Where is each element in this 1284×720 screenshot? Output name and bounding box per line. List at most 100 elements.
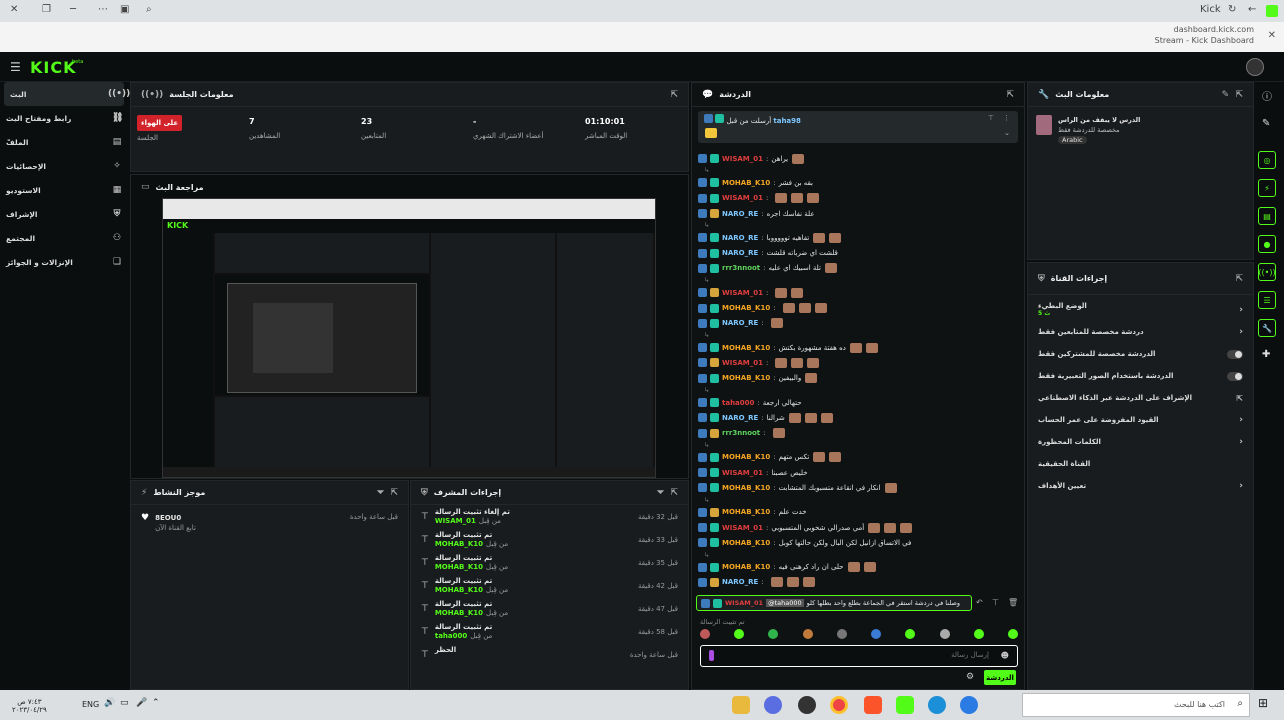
chat-message[interactable]: WISAM_01: خليص عصبنا <box>692 465 1022 480</box>
filter-icon[interactable]: ⏷ <box>377 488 384 498</box>
search-icon[interactable]: ⌕ <box>146 4 152 15</box>
pinned-user[interactable]: taha98 <box>773 117 801 125</box>
chat-username[interactable]: WISAM_01 <box>722 289 763 297</box>
taskbar-search[interactable]: اكتب هنا للبحث ⌕ <box>1022 693 1250 717</box>
chat-message[interactable]: NARO_RE: علة نفاسك اجره <box>692 206 1022 221</box>
chat-username[interactable]: WISAM_01 <box>722 359 763 367</box>
pin-icon[interactable]: ⊤ <box>992 598 999 607</box>
windows-start-icon[interactable]: ⊞ <box>1258 696 1268 710</box>
popout-icon[interactable]: ⇱ <box>670 488 678 498</box>
emote-picker-icon[interactable] <box>768 629 779 639</box>
highlight-user[interactable]: WISAM_01 <box>725 599 763 607</box>
brave-icon[interactable] <box>864 696 882 714</box>
emote-picker-icon[interactable] <box>939 629 950 639</box>
chat-username[interactable]: WISAM_01 <box>722 155 763 163</box>
chat-username[interactable]: MOHAB_K10 <box>722 539 770 547</box>
chat-username[interactable]: MOHAB_K10 <box>722 304 770 312</box>
edit-icon[interactable]: ✎ <box>1222 90 1230 100</box>
chat-username[interactable]: NARO_RE <box>722 319 758 327</box>
pencil-icon[interactable]: ✎ <box>1262 118 1270 129</box>
emote-picker-icon[interactable] <box>734 629 745 639</box>
sidebar-item-7[interactable]: ❏ الإنزالات و الجوائز <box>0 250 128 274</box>
toggle-switch[interactable] <box>1227 349 1243 359</box>
app-icon[interactable] <box>764 696 782 714</box>
chat-username[interactable]: MOHAB_K10 <box>722 563 770 571</box>
emote-picker-icon[interactable] <box>905 629 916 639</box>
mod-action-user[interactable]: MOHAB_K10 <box>435 609 483 617</box>
sidebar-item-3[interactable]: ✧ الإحصائيات <box>0 154 128 178</box>
channel-action-row[interactable]: الدردشة باستخدام الصور التعبيرية فقط <box>1028 365 1253 387</box>
chat-message[interactable]: MOHAB_K10: انكار في انقاعة متسبوبك المتشا… <box>692 480 1022 495</box>
channel-action-row[interactable]: دردشة مخصصة للمتابعين فقط › <box>1028 321 1253 343</box>
chat-message[interactable]: MOHAB_K10: خدت علم <box>692 505 1022 520</box>
chat-message[interactable]: taha000: حتهالي ارجعة <box>692 395 1022 410</box>
mod-action-user[interactable]: taha000 <box>435 632 467 640</box>
channel-action-row[interactable]: الإشراف على الدردشة عبر الذكاء الاصطناعي… <box>1028 387 1253 409</box>
url-text[interactable]: dashboard.kick.com <box>1155 24 1254 35</box>
chat-message[interactable]: MOHAB_K10: والبيفين <box>692 371 1022 386</box>
toggle-switch[interactable] <box>1227 371 1243 381</box>
chat-message[interactable]: NARO_RE: قلشت اي ضرباته قلشت <box>692 245 1022 260</box>
kick-icon[interactable] <box>896 696 914 714</box>
reload-icon[interactable]: ↻ <box>1228 4 1236 15</box>
external-link-icon[interactable]: ⇱ <box>1236 394 1243 403</box>
lang-indicator[interactable]: ENG <box>82 700 99 709</box>
chat-message[interactable]: WISAM_01: <box>692 191 1022 206</box>
sidebar-item-5[interactable]: ⛨ الإشراف <box>0 202 128 226</box>
chat-username[interactable]: MOHAB_K10 <box>722 374 770 382</box>
screenshot-icon[interactable]: ▣ <box>120 4 129 15</box>
chevron-down-icon[interactable]: ⌄ <box>1004 129 1010 137</box>
chat-username[interactable]: rrr3nnoot <box>722 429 760 437</box>
speaker-icon[interactable]: 🔊 <box>104 698 115 708</box>
chat-message[interactable]: MOHAB_K10: ده هفتة مشهورة بكتش <box>692 340 1022 355</box>
sidebar-item-0[interactable]: ((•)) البث <box>4 82 130 106</box>
undo-icon[interactable]: ↶ <box>976 598 983 607</box>
chat-message[interactable]: NARO_RE: <box>692 575 1022 590</box>
chevron-right-icon[interactable]: › <box>1239 481 1243 491</box>
explorer-icon[interactable] <box>732 696 750 714</box>
chat-username[interactable]: NARO_RE <box>722 578 758 586</box>
network-icon[interactable]: ▭ <box>120 698 129 708</box>
chat-username[interactable]: MOHAB_K10 <box>722 179 770 187</box>
chat-username[interactable]: WISAM_01 <box>722 469 763 477</box>
kick-logo[interactable]: KICK <box>30 58 77 77</box>
chat-message[interactable]: NARO_RE: شرالنا <box>692 410 1022 425</box>
channel-action-row[interactable]: القيود المفروضة على عمر الحساب › <box>1028 409 1253 431</box>
close-tab-icon[interactable]: ✕ <box>1268 30 1276 41</box>
emote-picker-icon[interactable] <box>1007 629 1018 639</box>
chat-message[interactable]: NARO_RE: <box>692 316 1022 331</box>
mod-action-user[interactable]: MOHAB_K10 <box>435 563 483 571</box>
info-icon[interactable]: ⓘ <box>1262 88 1272 103</box>
tool-wrench-button[interactable]: 🔧 <box>1258 319 1276 337</box>
chat-message[interactable]: MOHAB_K10: في الاتساق ازانيل لكن البال ول… <box>692 535 1022 550</box>
chat-message[interactable]: MOHAB_K10: تكس متهم <box>692 450 1022 465</box>
filter-icon[interactable]: ⏷ <box>657 488 664 498</box>
emote-picker-icon[interactable] <box>802 629 813 639</box>
tool-doc-button[interactable]: ▤ <box>1258 207 1276 225</box>
chevron-right-icon[interactable]: › <box>1239 327 1243 337</box>
chevron-right-icon[interactable]: › <box>1239 305 1243 315</box>
popout-icon[interactable]: ⇱ <box>1235 90 1243 100</box>
chat-username[interactable]: NARO_RE <box>722 414 758 422</box>
chat-username[interactable]: WISAM_01 <box>722 524 763 532</box>
stream-category[interactable]: مخصصة للدردشة فقط <box>1058 125 1140 135</box>
channel-action-row[interactable]: الدردشة مخصصة للمشتركين فقط <box>1028 343 1253 365</box>
tool-list-button[interactable]: ☰ <box>1258 291 1276 309</box>
mic-icon[interactable]: 🎤 <box>136 698 147 708</box>
chat-send-button[interactable]: الدردشة <box>984 670 1016 685</box>
menu-icon[interactable]: ☰ <box>10 60 21 74</box>
chat-message[interactable]: WISAM_01: <box>692 355 1022 370</box>
add-widget-icon[interactable]: ✚ <box>1262 349 1270 360</box>
chat-username[interactable]: WISAM_01 <box>722 194 763 202</box>
chat-username[interactable]: NARO_RE <box>722 210 758 218</box>
tool-chat-button[interactable]: ● <box>1258 235 1276 253</box>
chat-username[interactable]: taha000 <box>722 399 754 407</box>
settings-icon[interactable]: ⚙ <box>966 672 974 682</box>
chat-message[interactable]: rrr3nnoot: تلة اسبيك اي عليه <box>692 261 1022 276</box>
more-icon[interactable]: ⋯ <box>98 4 108 15</box>
emoji-icon[interactable]: ☻ <box>1001 651 1009 660</box>
chat-username[interactable]: MOHAB_K10 <box>722 484 770 492</box>
activity-user[interactable]: 8EOU0 <box>155 513 196 523</box>
pin-icon[interactable]: ⊤ <box>988 114 994 122</box>
chat-message[interactable]: MOHAB_K10: حلى ان راد كرهنى فيه <box>692 560 1022 575</box>
